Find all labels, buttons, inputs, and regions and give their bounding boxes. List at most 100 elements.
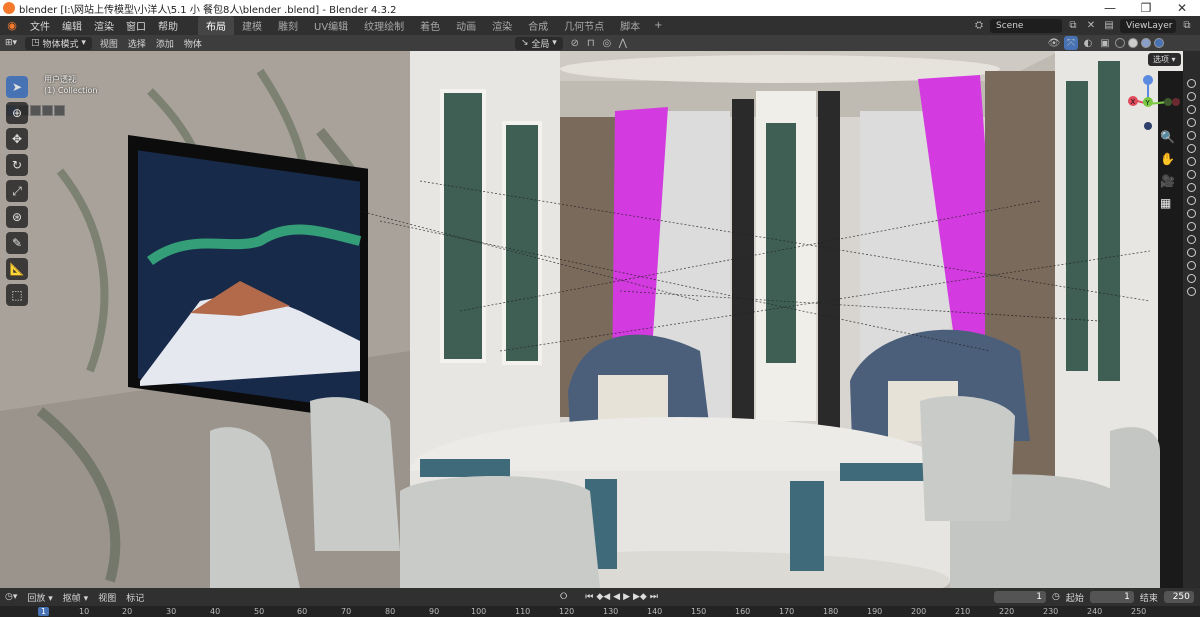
- editor-type-icon[interactable]: ⊞▾: [0, 38, 22, 48]
- pivot-point-icon[interactable]: ⊘: [568, 36, 582, 50]
- pan-hand-icon[interactable]: ✋: [1160, 152, 1175, 166]
- workspace-tab-layout[interactable]: 布局: [198, 16, 234, 35]
- 3d-viewport[interactable]: 用户透视 (1) Collection 选项 ▾ Y X 🔍 ✋ 🎥 ▦ ➤ ⊕…: [0, 51, 1200, 588]
- add-workspace-button[interactable]: +: [648, 20, 668, 31]
- overlay-toggle-icon[interactable]: ◐: [1081, 36, 1095, 50]
- menu-help[interactable]: 帮助: [152, 18, 184, 33]
- annotate-tool-icon[interactable]: ✎: [6, 232, 28, 254]
- visibility-toggle-icon[interactable]: [1187, 196, 1196, 205]
- workspace-tab-shading[interactable]: 着色: [412, 16, 448, 35]
- workspace-tab-animation[interactable]: 动画: [448, 16, 484, 35]
- ruler-current-frame[interactable]: 1: [38, 607, 50, 616]
- proportional-edit-icon[interactable]: ◎: [600, 36, 614, 50]
- neg-y-axis-handle[interactable]: [1164, 98, 1172, 106]
- visibility-toggle-icon[interactable]: [1187, 92, 1196, 101]
- blender-logo-icon[interactable]: ◉: [4, 19, 20, 33]
- menu-object[interactable]: 物体: [179, 37, 207, 50]
- wireframe-shading-icon[interactable]: [1115, 38, 1125, 48]
- transform-orientation-dropdown[interactable]: ↘ 全局 ▾: [515, 36, 563, 50]
- select-box-tool-icon[interactable]: ➤: [6, 76, 28, 98]
- rotate-tool-icon[interactable]: ↻: [6, 154, 28, 176]
- workspace-tab-compositing[interactable]: 合成: [520, 16, 556, 35]
- play-reverse-icon[interactable]: ◀: [613, 592, 620, 602]
- clock-icon[interactable]: ◷: [1052, 592, 1060, 602]
- visibility-toggle-icon[interactable]: [1187, 170, 1196, 179]
- select-invert-icon[interactable]: [42, 105, 53, 116]
- workspace-tab-sculpting[interactable]: 雕刻: [270, 16, 306, 35]
- current-frame-field[interactable]: 1: [994, 591, 1046, 603]
- workspace-tab-uv-editing[interactable]: UV编辑: [306, 16, 356, 35]
- menu-edit[interactable]: 编辑: [56, 18, 88, 33]
- neg-x-axis-handle[interactable]: [1172, 98, 1180, 106]
- new-view-layer-icon[interactable]: ⧉: [1180, 19, 1194, 33]
- frame-ruler[interactable]: 1 10 20 30 40 50 60 70 80 90 100 110 120…: [0, 606, 1200, 617]
- transform-tool-icon[interactable]: ⊛: [6, 206, 28, 228]
- visibility-toggle-icon[interactable]: [1187, 79, 1196, 88]
- play-icon[interactable]: ▶: [623, 592, 630, 602]
- visibility-icon[interactable]: 👁: [1047, 36, 1061, 50]
- solid-shading-icon[interactable]: [1128, 38, 1138, 48]
- timeline-view-menu[interactable]: 视图: [93, 591, 121, 604]
- next-keyframe-icon[interactable]: ▶◆: [633, 592, 647, 602]
- marker-menu[interactable]: 标记: [121, 591, 149, 604]
- jump-end-icon[interactable]: ⏭: [650, 592, 658, 602]
- jump-start-icon[interactable]: ⏮: [585, 592, 593, 602]
- neg-z-axis-handle[interactable]: [1144, 122, 1152, 130]
- gizmo-toggle-icon[interactable]: ⤧: [1064, 36, 1078, 50]
- menu-file[interactable]: 文件: [24, 18, 56, 33]
- menu-add[interactable]: 添加: [151, 37, 179, 50]
- view-layer-field[interactable]: ViewLayer: [1120, 18, 1176, 33]
- select-intersect-icon[interactable]: [54, 105, 65, 116]
- scene-name-field[interactable]: Scene: [990, 18, 1062, 33]
- camera-view-icon[interactable]: 🎥: [1160, 174, 1175, 188]
- workspace-tab-geometry-nodes[interactable]: 几何节点: [556, 16, 612, 35]
- auto-keying-icon[interactable]: ⭘: [560, 592, 567, 602]
- visibility-toggle-icon[interactable]: [1187, 118, 1196, 127]
- visibility-toggle-icon[interactable]: [1187, 261, 1196, 270]
- visibility-toggle-icon[interactable]: [1187, 209, 1196, 218]
- cursor-tool-icon[interactable]: ⊕: [6, 102, 28, 124]
- visibility-toggle-icon[interactable]: [1187, 157, 1196, 166]
- xray-icon[interactable]: ▣: [1098, 36, 1112, 50]
- delete-scene-icon[interactable]: ✕: [1084, 19, 1098, 33]
- menu-view[interactable]: 视图: [95, 37, 123, 50]
- material-shading-icon[interactable]: [1141, 38, 1151, 48]
- workspace-tab-texture-paint[interactable]: 纹理绘制: [356, 16, 412, 35]
- visibility-toggle-icon[interactable]: [1187, 222, 1196, 231]
- zoom-icon[interactable]: 🔍: [1160, 130, 1175, 144]
- start-frame-field[interactable]: 1: [1089, 591, 1134, 603]
- visibility-toggle-icon[interactable]: [1187, 105, 1196, 114]
- navigation-gizmo[interactable]: Y X: [1124, 74, 1184, 134]
- close-button[interactable]: ✕: [1164, 1, 1200, 15]
- scale-tool-icon[interactable]: ⤢: [6, 180, 28, 202]
- end-frame-field[interactable]: 250: [1163, 591, 1194, 603]
- snap-icon[interactable]: ⊓: [584, 36, 598, 50]
- keying-menu[interactable]: 抠帧 ▾: [58, 591, 93, 604]
- visibility-toggle-icon[interactable]: [1187, 144, 1196, 153]
- prev-keyframe-icon[interactable]: ◆◀: [596, 592, 610, 602]
- rendered-shading-icon[interactable]: [1154, 38, 1164, 48]
- visibility-toggle-icon[interactable]: [1187, 131, 1196, 140]
- scene-icon[interactable]: ⛭: [972, 19, 986, 33]
- falloff-icon[interactable]: ⋀: [616, 36, 630, 50]
- workspace-tab-modeling[interactable]: 建模: [234, 16, 270, 35]
- timeline-editor-icon[interactable]: ◷▾: [0, 592, 22, 602]
- visibility-toggle-icon[interactable]: [1187, 274, 1196, 283]
- workspace-tab-scripting[interactable]: 脚本: [612, 16, 648, 35]
- options-dropdown[interactable]: 选项 ▾: [1148, 53, 1181, 66]
- workspace-tab-rendering[interactable]: 渲染: [484, 16, 520, 35]
- visibility-toggle-icon[interactable]: [1187, 183, 1196, 192]
- visibility-toggle-icon[interactable]: [1187, 235, 1196, 244]
- visibility-toggle-icon[interactable]: [1187, 287, 1196, 296]
- z-axis-handle[interactable]: [1143, 75, 1153, 85]
- new-scene-icon[interactable]: ⧉: [1066, 19, 1080, 33]
- menu-select[interactable]: 选择: [123, 37, 151, 50]
- visibility-toggle-icon[interactable]: [1187, 248, 1196, 257]
- view-layer-icon[interactable]: ▤: [1102, 19, 1116, 33]
- menu-render[interactable]: 渲染: [88, 18, 120, 33]
- playback-menu[interactable]: 回放 ▾: [22, 591, 57, 604]
- perspective-grid-icon[interactable]: ▦: [1160, 196, 1175, 210]
- object-mode-dropdown[interactable]: ◳ 物体模式 ▾: [25, 36, 92, 50]
- minimize-button[interactable]: —: [1092, 1, 1128, 15]
- add-cube-tool-icon[interactable]: ⬚: [6, 284, 28, 306]
